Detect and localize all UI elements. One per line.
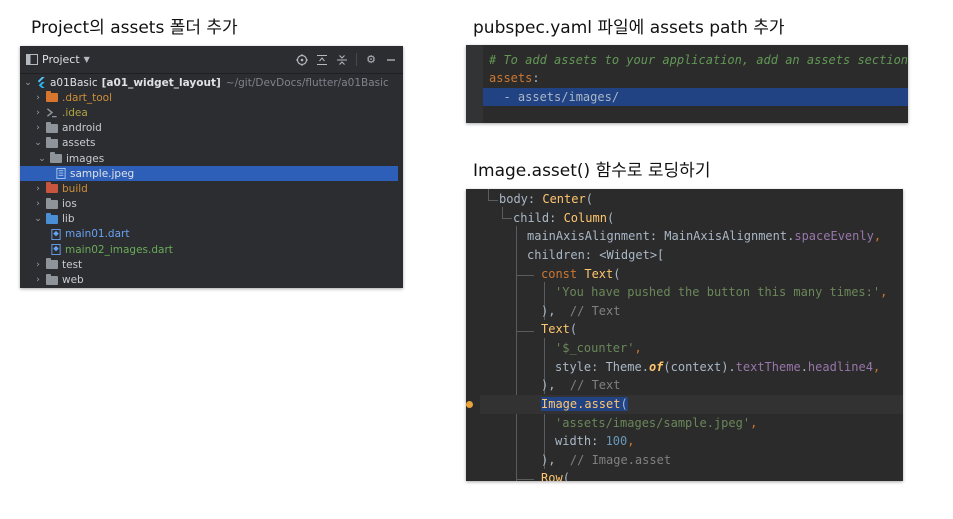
tree-item-label: build [62,182,88,195]
tree-item-label: images [66,152,105,165]
root-module-name: [a01_widget_layout] [101,76,221,89]
folder-icon [46,182,58,194]
chevron-right-icon[interactable]: › [33,108,43,118]
tree-item-lib[interactable]: ⌄ lib [20,212,403,227]
code-line: 'assets/images/sample.jpeg', [555,416,758,430]
chevron-right-icon[interactable]: › [33,275,43,285]
folder-icon [46,212,58,224]
code-line: 'You have pushed the button this many ti… [555,285,888,299]
folder-icon [46,91,58,103]
dart-editor[interactable]: body: Center( child: Column( mainAxisAli… [466,189,903,481]
chevron-right-icon[interactable]: › [33,199,43,209]
project-tool-window: Project ▼ ⚙ ⌄ a01Basic [a01_widget_layou… [20,46,403,288]
tree-item-label: .dart_tool [62,91,113,104]
code-line: const Text( [541,267,621,281]
chevron-right-icon[interactable]: › [33,123,43,133]
tree-item-idea[interactable]: › .idea [20,105,403,120]
tree-item-label: .idea [62,106,88,119]
code-line: Image.asset( [541,397,628,411]
code-line: Row( [541,471,570,481]
code-line: ), // Text [541,378,621,392]
minimize-icon[interactable] [385,54,397,66]
project-view-title: Project [42,53,80,66]
tree-item-label: ios [62,198,77,211]
chevron-right-icon[interactable]: › [33,93,43,103]
tree-root-a01basic[interactable]: ⌄ a01Basic [a01_widget_layout] ~/git/Dev… [20,75,403,90]
project-toolbar: Project ▼ ⚙ [20,46,403,74]
expand-all-icon[interactable] [316,54,328,66]
dart-file-icon [51,244,61,256]
code-line: style: Theme.of(context).textTheme.headl… [555,360,881,374]
flutter-icon [37,77,45,89]
code-line: children: <Widget>[ [527,248,665,262]
project-window-icon [26,54,38,65]
folder-icon [46,197,58,209]
code-line: Text( [541,322,578,336]
image-asset-caption: Image.asset() 함수로 로딩하기 [473,161,711,181]
tree-item-dart-tool[interactable]: › .dart_tool [20,90,403,105]
tree-item-ios[interactable]: › ios [20,197,403,212]
tree-item-assets[interactable]: ⌄ assets [20,136,403,151]
tree-item-web[interactable]: › web [20,272,403,287]
tree-item-label: assets [62,137,96,150]
tree-item-build[interactable]: › build [20,181,403,196]
pubspec-assets-key-line: assets: [489,71,540,85]
idea-folder-icon [46,108,57,118]
code-line: child: Column( [513,211,615,225]
chevron-down-icon: ▼ [83,55,90,64]
tree-item-label: android [62,122,102,135]
chevron-down-icon[interactable]: ⌄ [23,78,33,88]
root-path: ~/git/DevDocs/flutter/a01Basic [225,76,389,89]
locate-file-icon[interactable] [296,53,308,66]
tree-item-main02-images-dart[interactable]: main02_images.dart [20,242,403,257]
collapse-all-icon[interactable] [336,54,348,66]
project-view-selector[interactable]: Project ▼ [26,53,90,66]
tree-item-android[interactable]: › android [20,121,403,136]
code-line: ), // Image.asset [541,453,672,467]
pubspec-comment-line: # To add assets to your application, add… [489,53,908,67]
pubspec-editor[interactable]: # To add assets to your application, add… [466,45,908,123]
chevron-right-icon[interactable]: › [33,184,43,194]
pubspec-caption: pubspec.yaml 파일에 assets path 추가 [473,18,785,38]
code-line: body: Center( [499,192,593,206]
folder-icon [46,273,58,285]
tree-item-label: test [62,258,83,271]
folder-icon [50,152,62,164]
lightbulb-icon[interactable] [466,401,473,408]
tree-item-main01-dart[interactable]: main01.dart [20,227,403,242]
image-file-icon [56,168,66,180]
tree-item-label: main01.dart [65,228,130,241]
tree-item-label: sample.jpeg [70,167,135,180]
editor-gutter [466,45,483,123]
tree-item-label: main02_images.dart [65,243,173,256]
tree-item-images[interactable]: ⌄ images [20,151,403,166]
project-tree[interactable]: ⌄ a01Basic [a01_widget_layout] ~/git/Dev… [20,74,403,288]
folder-icon [46,258,58,270]
gear-icon[interactable]: ⚙ [365,53,377,66]
tree-item-label: lib [62,213,75,226]
chevron-down-icon[interactable]: ⌄ [37,154,47,164]
code-line: ), // Text [541,304,621,318]
chevron-down-icon[interactable]: ⌄ [33,138,43,148]
code-line: '$_counter', [555,341,642,355]
chevron-down-icon[interactable]: ⌄ [33,214,43,224]
pubspec-assets-item-line: - assets/images/ [489,90,620,104]
code-line: width: 100, [555,434,635,448]
chevron-right-icon[interactable]: › [33,260,43,270]
folder-icon [46,121,58,133]
root-project-name: a01Basic [50,76,98,89]
project-caption: Project의 assets 폴더 추가 [31,18,238,38]
tree-item-sample-jpeg[interactable]: sample.jpeg [20,166,398,182]
code-line: mainAxisAlignment: MainAxisAlignment.spa… [527,229,882,243]
editor-gutter [466,189,480,481]
tree-item-label: web [62,274,84,287]
folder-icon [46,136,58,148]
dart-file-icon [51,228,61,240]
tree-item-test[interactable]: › test [20,257,403,272]
